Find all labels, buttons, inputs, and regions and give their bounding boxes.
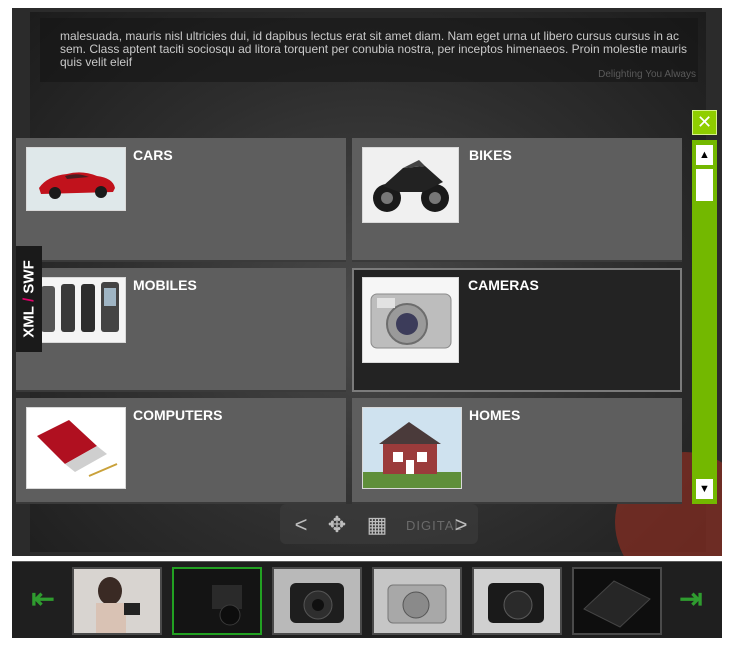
category-card-computers[interactable]: COMPUTERS bbox=[16, 398, 346, 504]
filmstrip-thumb[interactable] bbox=[72, 567, 162, 635]
slide-tagline: Delighting You Always bbox=[598, 69, 696, 80]
house-icon bbox=[362, 407, 462, 489]
grid-icon[interactable]: ▦ bbox=[364, 512, 390, 538]
mobile-phones-icon bbox=[38, 277, 126, 343]
category-card-cameras[interactable]: CAMERAS bbox=[352, 268, 682, 392]
photo-nav-bar: < ✥ ▦ DIGITAL > bbox=[280, 504, 478, 544]
close-icon[interactable]: ✕ bbox=[692, 110, 717, 135]
move-icon[interactable]: ✥ bbox=[324, 512, 350, 538]
filmstrip-thumb[interactable] bbox=[172, 567, 262, 635]
scroll-down-icon[interactable]: ▼ bbox=[696, 479, 713, 499]
category-card-cars[interactable]: CARS bbox=[16, 138, 346, 262]
slide-caption: malesuada, mauris nisl ultricies dui, id… bbox=[60, 29, 687, 69]
filmstrip-thumb[interactable] bbox=[272, 567, 362, 635]
filmstrip-prev-icon[interactable]: ⇤ bbox=[28, 585, 58, 613]
filmstrip-next-icon[interactable]: ⇥ bbox=[676, 585, 706, 613]
category-panel: CARS BIKES MOBILES CAMERAS COMPUTERS HOM… bbox=[16, 138, 684, 504]
scroll-up-icon[interactable]: ▲ bbox=[696, 145, 713, 165]
category-card-mobiles[interactable]: MOBILES bbox=[16, 268, 346, 392]
filmstrip-thumb[interactable] bbox=[472, 567, 562, 635]
category-label-homes: HOMES bbox=[469, 407, 521, 423]
category-card-bikes[interactable]: BIKES bbox=[352, 138, 682, 262]
motorbike-icon bbox=[362, 147, 459, 223]
car-icon bbox=[26, 147, 126, 211]
chevron-left-icon[interactable]: < bbox=[288, 512, 314, 538]
category-label-cameras: CAMERAS bbox=[468, 277, 539, 293]
filmstrip-thumb[interactable] bbox=[572, 567, 662, 635]
laptop-icon bbox=[26, 407, 126, 489]
category-scrollbar[interactable]: ▲ ▼ bbox=[692, 140, 717, 504]
scroll-thumb[interactable] bbox=[696, 169, 713, 201]
filmstrip: ⇤ ⇥ bbox=[12, 561, 722, 638]
filmstrip-thumb[interactable] bbox=[372, 567, 462, 635]
xml-swf-tab[interactable]: XML / SWF bbox=[16, 246, 42, 352]
category-label-bikes: BIKES bbox=[469, 147, 512, 163]
category-label-cars: CARS bbox=[133, 147, 173, 163]
camera-icon bbox=[362, 277, 459, 363]
chevron-right-icon[interactable]: > bbox=[448, 512, 474, 538]
category-card-homes[interactable]: HOMES bbox=[352, 398, 682, 504]
xml-swf-label: XML / SWF bbox=[20, 260, 38, 338]
category-label-computers: COMPUTERS bbox=[133, 407, 223, 423]
category-label-mobiles: MOBILES bbox=[133, 277, 197, 293]
